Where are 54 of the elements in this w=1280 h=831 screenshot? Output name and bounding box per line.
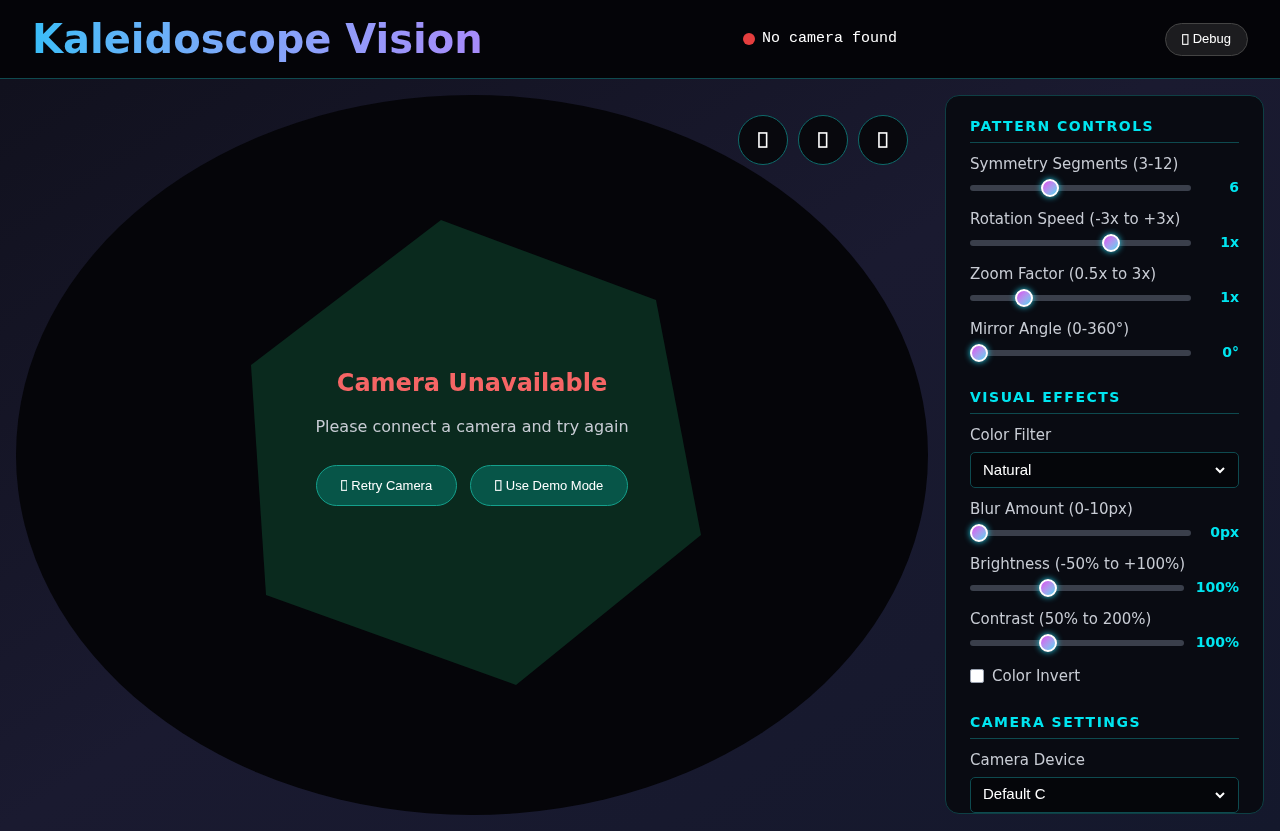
missing-glyph-icon bbox=[818, 132, 828, 148]
slider-value: 100% bbox=[1195, 633, 1239, 652]
slider-track[interactable] bbox=[970, 288, 1191, 307]
slider-value: 1x bbox=[1219, 233, 1239, 252]
section-heading: VISUAL EFFECTS bbox=[970, 387, 1239, 414]
checkbox-label: Color Invert bbox=[992, 666, 1080, 687]
slider-track[interactable] bbox=[970, 233, 1191, 252]
chevron-down-icon bbox=[1214, 790, 1226, 799]
select-label: Camera Device bbox=[970, 750, 1086, 769]
missing-glyph-icon bbox=[758, 132, 768, 148]
missing-glyph-icon bbox=[495, 480, 502, 491]
slider-value: 100% bbox=[1195, 578, 1239, 597]
slider-label: Symmetry Segments (3-12) bbox=[970, 155, 1180, 173]
slider-label: Contrast (50% to 200%) bbox=[970, 610, 1153, 628]
slider-track[interactable] bbox=[970, 578, 1184, 597]
slider-thumb[interactable] bbox=[970, 343, 988, 362]
chevron-down-icon bbox=[1214, 466, 1226, 474]
slider-track[interactable] bbox=[970, 633, 1184, 652]
slider-track[interactable] bbox=[970, 178, 1191, 197]
slider-label: Mirror Angle (0-360°) bbox=[970, 320, 1131, 338]
section-heading: PATTERN CONTROLS bbox=[970, 116, 1239, 143]
select-label: Color Filter bbox=[970, 426, 1053, 444]
slider-thumb[interactable] bbox=[1014, 288, 1033, 307]
slider-label: Rotation Speed (-3x to +3x) bbox=[970, 210, 1182, 228]
missing-glyph-icon bbox=[340, 480, 348, 491]
checkbox[interactable] bbox=[970, 669, 984, 684]
status-text: No camera found bbox=[762, 28, 898, 49]
debug-button[interactable]: Debug bbox=[1165, 22, 1248, 56]
slider-thumb[interactable] bbox=[1038, 633, 1057, 652]
section-heading: CAMERA SETTINGS bbox=[970, 711, 1239, 739]
slider-thumb[interactable] bbox=[1038, 578, 1057, 597]
missing-glyph-icon bbox=[1182, 33, 1189, 45]
round-icon-button[interactable] bbox=[738, 115, 788, 165]
slider-track[interactable] bbox=[970, 343, 1191, 362]
action-button[interactable]: Retry Camera bbox=[315, 465, 458, 506]
error-message: Please connect a camera and try again bbox=[315, 416, 629, 438]
slider-thumb[interactable] bbox=[970, 523, 988, 542]
slider-value: 0° bbox=[1221, 343, 1239, 362]
select-field[interactable]: Default C bbox=[970, 776, 1239, 813]
slider-value: 1x bbox=[1219, 288, 1239, 307]
slider-value: 0px bbox=[1209, 523, 1239, 542]
round-icon-button[interactable] bbox=[798, 115, 848, 165]
slider-label: Zoom Factor (0.5x to 3x) bbox=[970, 265, 1158, 283]
select-field[interactable]: Natural bbox=[970, 452, 1239, 488]
slider-value: 6 bbox=[1228, 178, 1239, 197]
action-button[interactable]: Use Demo Mode bbox=[470, 465, 629, 506]
round-icon-button[interactable] bbox=[858, 115, 908, 165]
slider-thumb[interactable] bbox=[1101, 233, 1120, 252]
slider-label: Blur Amount (0-10px) bbox=[970, 500, 1134, 518]
missing-glyph-icon bbox=[878, 132, 888, 148]
slider-label: Brightness (-50% to +100%) bbox=[970, 555, 1187, 573]
error-title: Camera Unavailable bbox=[336, 368, 608, 399]
slider-thumb[interactable] bbox=[1041, 178, 1060, 197]
slider-track[interactable] bbox=[970, 523, 1191, 542]
